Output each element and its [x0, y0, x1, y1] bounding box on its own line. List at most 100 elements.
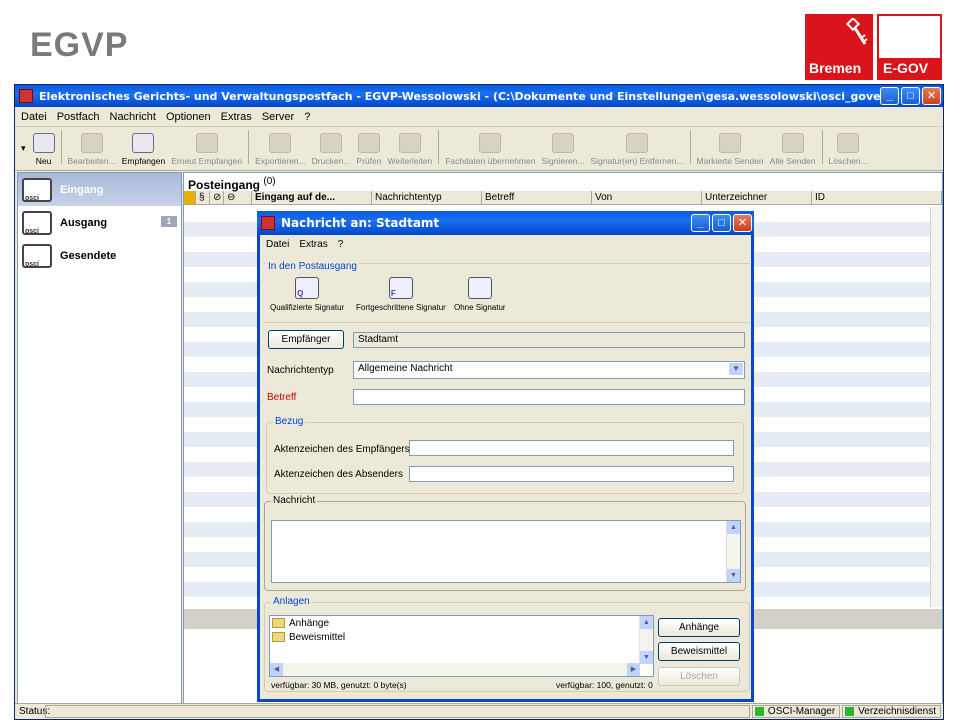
paragraph-column-icon[interactable]: § [196, 191, 210, 204]
minimize-button[interactable]: _ [880, 87, 899, 105]
nav-item-gesendete[interactable]: Gesendete [18, 239, 181, 272]
directory-service-indicator: Verzeichnisdienst [842, 705, 941, 718]
column-from[interactable]: Von [592, 191, 702, 204]
attachment-column-icon[interactable]: ⊘ [210, 191, 224, 204]
attachments-tree[interactable]: Anhänge Beweismittel ▲ ▼ ◀ ▶ [269, 615, 654, 677]
scroll-up-icon[interactable]: ▲ [640, 616, 653, 629]
dialog-title: Nachricht an: Stadtamt [281, 216, 440, 230]
column-signer[interactable]: Unterzeichner [702, 191, 812, 204]
scroll-right-icon[interactable]: ▶ [627, 663, 640, 676]
main-toolbar: ▾ Neu Bearbeiten... Empfangen Erneut Emp… [15, 127, 943, 171]
dialog-titlebar[interactable]: Nachricht an: Stadtamt _ □ ✕ [257, 211, 754, 235]
message-scrollbar[interactable]: ▲ ▼ [726, 521, 740, 582]
msgtype-select[interactable]: Allgemeine Nachricht ▼ [353, 361, 745, 379]
export-icon [269, 133, 292, 153]
scroll-left-icon[interactable]: ◀ [270, 663, 283, 676]
toolbar-sign-button[interactable]: Signieren... [538, 126, 587, 166]
toolbar-send-all-button[interactable]: Alle Senden [767, 126, 819, 166]
attachments-hscrollbar[interactable]: ◀ ▶ [270, 663, 640, 676]
toolbar-dropdown-icon[interactable]: ▾ [19, 143, 30, 166]
scroll-down-icon[interactable]: ▼ [640, 651, 653, 664]
chevron-down-icon[interactable]: ▼ [729, 363, 743, 375]
receive-again-icon [195, 133, 218, 153]
scroll-down-icon[interactable]: ▼ [727, 569, 740, 582]
attachments-count-info: verfügbar: 100, genutzt: 0 [556, 680, 653, 690]
scroll-up-icon[interactable]: ▲ [727, 521, 740, 534]
anlagen-title: Anlagen [271, 596, 312, 607]
logo-tag: E-GOV [883, 60, 929, 76]
main-titlebar[interactable]: Elektronisches Gerichts- und Verwaltungs… [15, 85, 943, 107]
evidence-folder[interactable]: Beweismittel [270, 630, 653, 644]
signature-column-icon[interactable]: ⊖ [224, 191, 252, 204]
folder-icon [272, 632, 285, 642]
maximize-button[interactable]: □ [901, 87, 920, 105]
dialog-menu-help[interactable]: ? [338, 239, 344, 250]
menu-nachricht[interactable]: Nachricht [110, 111, 156, 123]
toolbar-edit-button[interactable]: Bearbeiten... [65, 126, 119, 166]
recipient-button[interactable]: Empfänger [268, 330, 344, 349]
toolbar-receive-again-button[interactable]: Erneut Empfangen [168, 126, 245, 166]
toolbar-send-marked-button[interactable]: Markierte Senden [694, 126, 767, 166]
nav-item-eingang[interactable]: Eingang [18, 173, 181, 206]
column-received[interactable]: Eingang auf de... [252, 191, 372, 204]
menu-optionen[interactable]: Optionen [166, 111, 211, 123]
advanced-signature-button[interactable]: F Fortgeschrittene Signatur [356, 277, 446, 312]
toolbar-receive-button[interactable]: Empfangen [119, 126, 168, 166]
toolbar-import-data-button[interactable]: Fachdaten übernehmen [442, 126, 538, 166]
toolbar-forward-button[interactable]: Weiterleiten [384, 126, 435, 166]
attachments-folder[interactable]: Anhänge [270, 616, 653, 630]
qualified-signature-icon: Q [295, 277, 320, 299]
delete-attachment-button[interactable]: Löschen [658, 667, 740, 686]
dialog-menu-extras[interactable]: Extras [299, 239, 327, 250]
nav-item-ausgang[interactable]: Ausgang 1 [18, 206, 181, 239]
inbox-column-header: § ⊘ ⊖ Eingang auf de... Nachrichtentyp B… [184, 191, 942, 205]
toolbar-new-button[interactable]: Neu [30, 126, 58, 166]
osci-manager-indicator: OSCI-Manager [751, 705, 841, 718]
toolbar-delete-button[interactable]: Löschen... [826, 126, 871, 166]
import-data-icon [479, 133, 502, 153]
inbox-title: Posteingang [188, 178, 261, 192]
column-subject[interactable]: Betreff [482, 191, 592, 204]
bezug-group: Bezug [266, 416, 744, 494]
dialog-maximize-button[interactable]: □ [712, 214, 731, 232]
no-signature-button[interactable]: Ohne Signatur [454, 277, 506, 312]
qualified-signature-button[interactable]: Q Qualifizierte Signatur [270, 277, 344, 312]
sender-ref-label: Aktenzeichen des Absenders [274, 469, 403, 480]
toolbar-export-button[interactable]: Exportieren... [252, 126, 309, 166]
forward-icon [398, 133, 421, 153]
outbox-icon [22, 210, 52, 235]
print-icon [320, 133, 343, 153]
send-marked-icon [719, 133, 742, 153]
close-button[interactable]: ✕ [922, 87, 941, 105]
column-id[interactable]: ID [812, 191, 942, 204]
menu-postfach[interactable]: Postfach [57, 111, 100, 123]
attachments-button[interactable]: Anhänge [658, 618, 740, 637]
evidence-button[interactable]: Beweismittel [658, 642, 740, 661]
dialog-menu-datei[interactable]: Datei [266, 239, 289, 250]
attachments-scrollbar[interactable]: ▲ ▼ [639, 616, 653, 664]
menu-server[interactable]: Server [262, 111, 294, 123]
status-green-icon [754, 707, 764, 716]
status-column-icon[interactable] [184, 191, 196, 204]
recipient-ref-input[interactable] [409, 440, 734, 456]
slide-title: EGVP [30, 26, 129, 64]
delete-icon [837, 133, 860, 153]
subject-label: Betreff [267, 392, 297, 403]
inbox-scrollbar[interactable] [930, 207, 942, 607]
menu-extras[interactable]: Extras [221, 111, 252, 123]
main-window-title: Elektronisches Gerichts- und Verwaltungs… [39, 89, 880, 103]
menu-help[interactable]: ? [304, 111, 310, 123]
sender-ref-input[interactable] [409, 466, 734, 482]
dialog-minimize-button[interactable]: _ [691, 214, 710, 232]
subject-input[interactable] [353, 389, 745, 405]
toolbar-print-button[interactable]: Drucken... [309, 126, 354, 166]
toolbar-verify-button[interactable]: Prüfen [353, 126, 384, 166]
column-message-type[interactable]: Nachrichtentyp [372, 191, 482, 204]
toolbar-remove-signature-button[interactable]: Signatur(en) Entfernen... [587, 126, 686, 166]
mailbox-nav: Eingang Ausgang 1 Gesendete [17, 172, 182, 707]
message-textarea[interactable]: ▲ ▼ [271, 520, 741, 583]
main-menubar: Datei Postfach Nachricht Optionen Extras… [15, 107, 943, 127]
menu-datei[interactable]: Datei [21, 111, 47, 123]
status-text [45, 705, 750, 718]
dialog-close-button[interactable]: ✕ [733, 214, 752, 232]
